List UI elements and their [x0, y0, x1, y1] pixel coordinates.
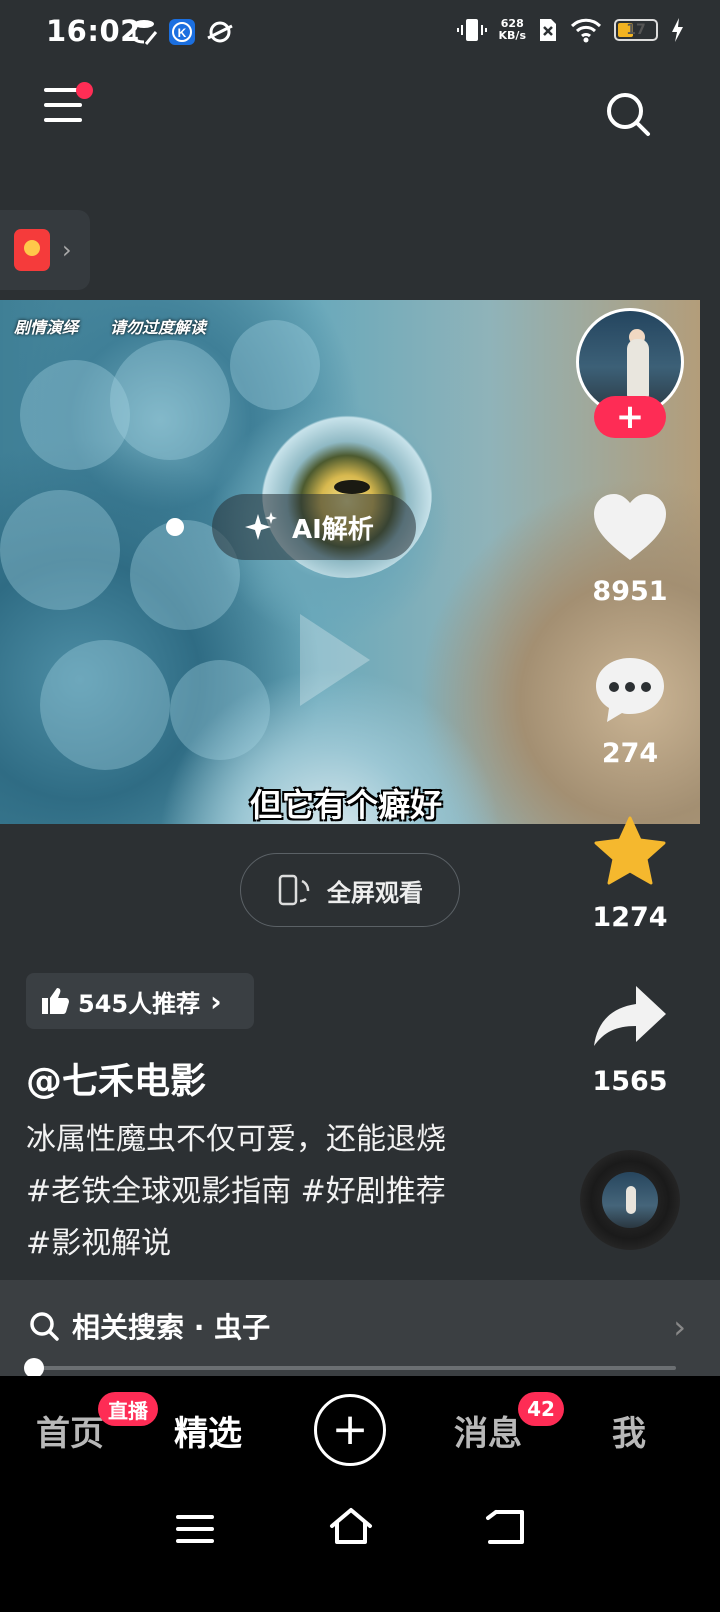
nav-home[interactable]: 首页 — [36, 1406, 104, 1455]
net-speed: 628 KB/s — [498, 17, 526, 42]
live-badge: 直播 — [98, 1392, 158, 1426]
charging-icon — [672, 18, 683, 42]
home-icon[interactable] — [328, 1506, 374, 1546]
like-heart-icon[interactable] — [592, 492, 668, 562]
red-packet-entry[interactable]: › — [0, 210, 90, 290]
sparkle-icon — [245, 512, 277, 540]
search-icon[interactable] — [604, 90, 652, 138]
rotate-screen-icon — [278, 874, 310, 906]
play-icon — [300, 614, 370, 706]
status-left-icons: K — [132, 18, 234, 46]
video-tag-left: 剧情演绎 — [14, 318, 79, 337]
thumbs-up-icon — [42, 988, 69, 1014]
like-count: 8951 — [592, 576, 668, 607]
search-icon — [30, 1312, 59, 1341]
comment-icon[interactable] — [594, 656, 666, 724]
ai-indicator-dot — [166, 518, 184, 536]
chevron-right-icon: › — [210, 984, 222, 1018]
chevron-right-icon: › — [673, 1308, 686, 1346]
fullscreen-button[interactable]: 全屏观看 — [240, 853, 460, 927]
back-icon[interactable] — [484, 1508, 526, 1546]
post-description[interactable]: 冰属性魔虫不仅可爱，还能退烧 #老铁全球观影指南 #好剧推荐 #影视解说 — [26, 1114, 466, 1270]
favorite-count: 1274 — [592, 902, 668, 933]
music-cover — [602, 1172, 658, 1228]
ai-analysis-button[interactable]: AI解析 — [212, 494, 416, 560]
nav-me[interactable]: 我 — [612, 1406, 646, 1455]
follow-button[interactable]: + — [594, 396, 666, 438]
status-bar: 16:02 K 628 KB/s 17 — [0, 0, 720, 66]
status-time: 16:02 — [46, 14, 141, 48]
share-arrow-icon[interactable] — [592, 984, 668, 1048]
messages-badge: 42 — [518, 1392, 564, 1426]
video-progress-track[interactable] — [28, 1366, 676, 1370]
battery-indicator: 17 — [614, 19, 658, 41]
video-tag-right: 请勿过度解读 — [110, 318, 207, 337]
data-saver-icon — [132, 20, 158, 45]
no-sim-icon — [540, 19, 556, 41]
wifi-icon — [570, 18, 602, 43]
ai-analysis-label: AI解析 — [292, 514, 374, 545]
video-subtitle: 但它有个癖好 — [250, 786, 443, 824]
recent-apps-icon[interactable] — [176, 1512, 214, 1546]
fullscreen-label: 全屏观看 — [327, 878, 423, 907]
vibrate-icon — [456, 19, 487, 41]
red-packet-icon — [14, 229, 50, 271]
nav-messages[interactable]: 消息 — [454, 1406, 522, 1455]
svg-text:K: K — [178, 26, 187, 40]
notification-dot — [76, 82, 93, 99]
create-button[interactable]: + — [314, 1394, 386, 1466]
recommend-chip[interactable]: 545人推荐 › — [26, 973, 254, 1029]
bottom-nav: 首页 直播 精选 + 消息 42 我 — [0, 1376, 720, 1486]
app-planet-icon — [207, 21, 233, 43]
comment-count: 274 — [601, 738, 659, 769]
system-nav-bar — [0, 1486, 720, 1612]
related-search-bar[interactable]: 相关搜索 · 虫子 › — [0, 1280, 720, 1376]
favorite-star-icon[interactable] — [592, 816, 668, 890]
nav-featured[interactable]: 精选 — [174, 1406, 242, 1455]
status-right-icons: 628 KB/s 17 — [456, 16, 684, 44]
app-k-icon: K — [169, 19, 195, 45]
chevron-right-icon: › — [62, 236, 72, 264]
share-count: 1565 — [592, 1066, 668, 1097]
related-search-label: 相关搜索 · 虫子 — [72, 1311, 271, 1344]
recommend-label: 545人推荐 — [78, 989, 201, 1018]
author-name[interactable]: @七禾电影 — [26, 1052, 206, 1104]
music-disc[interactable] — [580, 1150, 680, 1250]
